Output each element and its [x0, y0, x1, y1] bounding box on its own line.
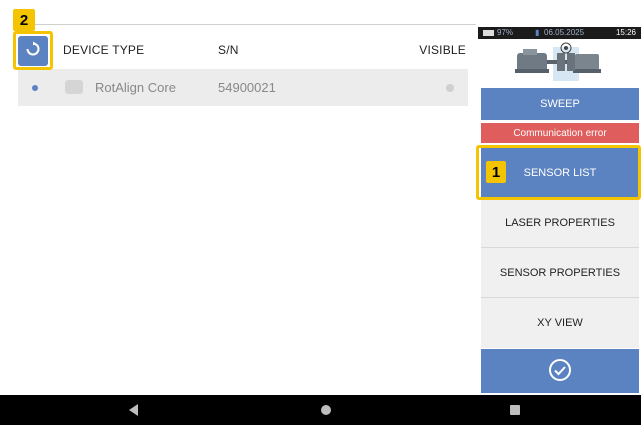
recent-square-icon[interactable] — [510, 405, 520, 415]
machine-preview[interactable] — [478, 39, 641, 85]
callout-badge-2: 2 — [13, 9, 35, 31]
back-triangle-icon[interactable] — [129, 404, 138, 416]
battery-icon — [483, 30, 494, 36]
checkmark-circle-icon — [548, 358, 572, 385]
device-icon — [65, 80, 83, 94]
laser-properties-button[interactable]: LASER PROPERTIES — [481, 198, 639, 248]
right-menu-panel: 97% ▮ 06.05.2025 15:26 SWEEP Communicati… — [478, 27, 641, 395]
status-time: 15:26 — [615, 28, 636, 37]
communication-error-banner: Communication error — [481, 123, 639, 143]
table-row[interactable]: RotAlign Core 54900021 — [18, 69, 468, 106]
sweep-button[interactable]: SWEEP — [481, 88, 639, 120]
column-header-device-type: DEVICE TYPE — [63, 43, 145, 57]
callout-badge-1: 1 — [486, 161, 506, 183]
divider — [18, 24, 476, 25]
visible-indicator — [446, 84, 454, 92]
serial-number-cell: 54900021 — [218, 80, 276, 95]
confirm-button[interactable] — [481, 349, 639, 393]
home-circle-icon[interactable] — [321, 405, 331, 415]
callout-frame-refresh — [13, 31, 53, 70]
signal-icon: ▮ — [535, 28, 540, 37]
device-list-panel: DEVICE TYPE S/N VISIBLE RotAlign Core 54… — [0, 0, 476, 395]
column-header-serial: S/N — [218, 43, 239, 57]
device-type-cell: RotAlign Core — [95, 80, 176, 95]
machine-train-icon — [515, 42, 601, 81]
battery-level: 97% — [497, 28, 514, 37]
selection-radio[interactable] — [32, 85, 38, 91]
column-header-visible: VISIBLE — [419, 43, 466, 57]
android-navigation-bar — [0, 395, 641, 425]
app-screen: DEVICE TYPE S/N VISIBLE RotAlign Core 54… — [0, 0, 641, 425]
sensor-properties-button[interactable]: SENSOR PROPERTIES — [481, 248, 639, 298]
status-bar: 97% ▮ 06.05.2025 15:26 — [478, 27, 641, 39]
xy-view-button[interactable]: XY VIEW — [481, 298, 639, 348]
status-date: 06.05.2025 — [544, 28, 585, 37]
device-table-header: DEVICE TYPE S/N VISIBLE — [18, 36, 476, 66]
